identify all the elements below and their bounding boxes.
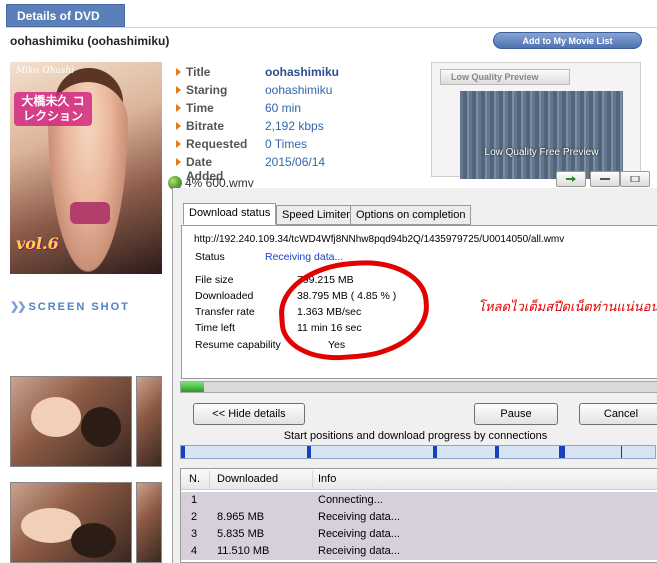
tab-download-status[interactable]: Download status bbox=[183, 203, 277, 225]
cancel-button[interactable]: Cancel bbox=[579, 403, 657, 425]
col-info[interactable]: Info bbox=[318, 473, 336, 485]
arrow-button[interactable] bbox=[556, 171, 586, 187]
download-url: http://192.240.109.34/tcWD4Wfj8NNhw8pqd9… bbox=[194, 234, 565, 245]
restore-icon bbox=[630, 176, 640, 182]
progress-fill bbox=[181, 382, 205, 392]
hide-details-button[interactable]: << Hide details bbox=[193, 403, 305, 425]
screenshot-thumbnail[interactable] bbox=[136, 482, 162, 563]
right-arrow-icon bbox=[566, 176, 576, 182]
screenshot-thumbnail[interactable] bbox=[10, 482, 132, 563]
annotation-note: โหลดไวเต็มสปีดเน็ตท่านแน่นอน bbox=[478, 299, 657, 314]
cover-signature: Miku Ohashi bbox=[16, 66, 75, 76]
pause-button[interactable]: Pause bbox=[474, 403, 558, 425]
dvd-cover-image: Miku Ohashi 大橋未久 コレクション vol.6 bbox=[10, 62, 162, 274]
cover-volume: vol.6 bbox=[16, 234, 59, 253]
preview-label: Low Quality Free Preview bbox=[484, 147, 599, 158]
connections-table: N. Downloaded Info 1 Connecting... 2 8.965… bbox=[180, 468, 657, 563]
double-chevron-icon: ❯❯ bbox=[10, 301, 27, 313]
screen-shot-banner: ❯❯ SCREEN SHOT bbox=[10, 301, 130, 313]
col-n[interactable]: N. bbox=[189, 473, 200, 485]
col-downloaded[interactable]: Downloaded bbox=[217, 473, 278, 485]
preview-panel: Low Quality Preview Low Quality Free Pre… bbox=[431, 62, 641, 179]
screenshot-thumbnail[interactable] bbox=[10, 376, 132, 467]
minimize-button[interactable] bbox=[590, 171, 620, 187]
bullet-arrow-icon bbox=[176, 122, 181, 130]
table-row[interactable]: 4 11.510 MB Receiving data... bbox=[181, 543, 657, 560]
screenshot-thumbnail[interactable] bbox=[136, 376, 162, 467]
dvd-title: oohashimiku (oohashimiku) bbox=[10, 34, 170, 48]
table-header: N. Downloaded Info bbox=[181, 469, 657, 490]
download-progress-bar bbox=[180, 381, 657, 393]
header-divider bbox=[6, 27, 657, 28]
bullet-arrow-icon bbox=[176, 140, 181, 148]
bullet-arrow-icon bbox=[176, 68, 181, 76]
bullet-arrow-icon bbox=[176, 104, 181, 112]
add-to-movie-list-button[interactable]: Add to My Movie List bbox=[493, 32, 642, 49]
details-of-dvd-tab[interactable]: Details of DVD bbox=[6, 4, 125, 27]
download-dialog: Download status Speed Limiter Options on… bbox=[172, 188, 657, 563]
cover-title: 大橋未久 コレクション bbox=[14, 92, 92, 126]
restore-button[interactable] bbox=[620, 171, 650, 187]
preview-video[interactable] bbox=[460, 91, 623, 179]
bullet-arrow-icon bbox=[176, 86, 181, 94]
table-row[interactable]: 1 Connecting... bbox=[181, 492, 657, 509]
tab-options-on-completion[interactable]: Options on completion bbox=[350, 205, 472, 225]
minimize-icon bbox=[600, 178, 610, 180]
table-row[interactable]: 2 8.965 MB Receiving data... bbox=[181, 509, 657, 526]
window-button-strip bbox=[556, 171, 657, 189]
bullet-arrow-icon bbox=[176, 158, 181, 166]
connections-caption: Start positions and download progress by… bbox=[283, 430, 548, 442]
tab-speed-limiter[interactable]: Speed Limiter bbox=[276, 205, 356, 225]
preview-header: Low Quality Preview bbox=[440, 69, 570, 85]
staring-link[interactable]: oohashimiku bbox=[265, 83, 332, 97]
page: { "header": { "tab_label": "Details of D… bbox=[0, 0, 657, 563]
connections-progress-bar bbox=[180, 445, 656, 459]
table-row[interactable]: 3 5.835 MB Receiving data... bbox=[181, 526, 657, 543]
